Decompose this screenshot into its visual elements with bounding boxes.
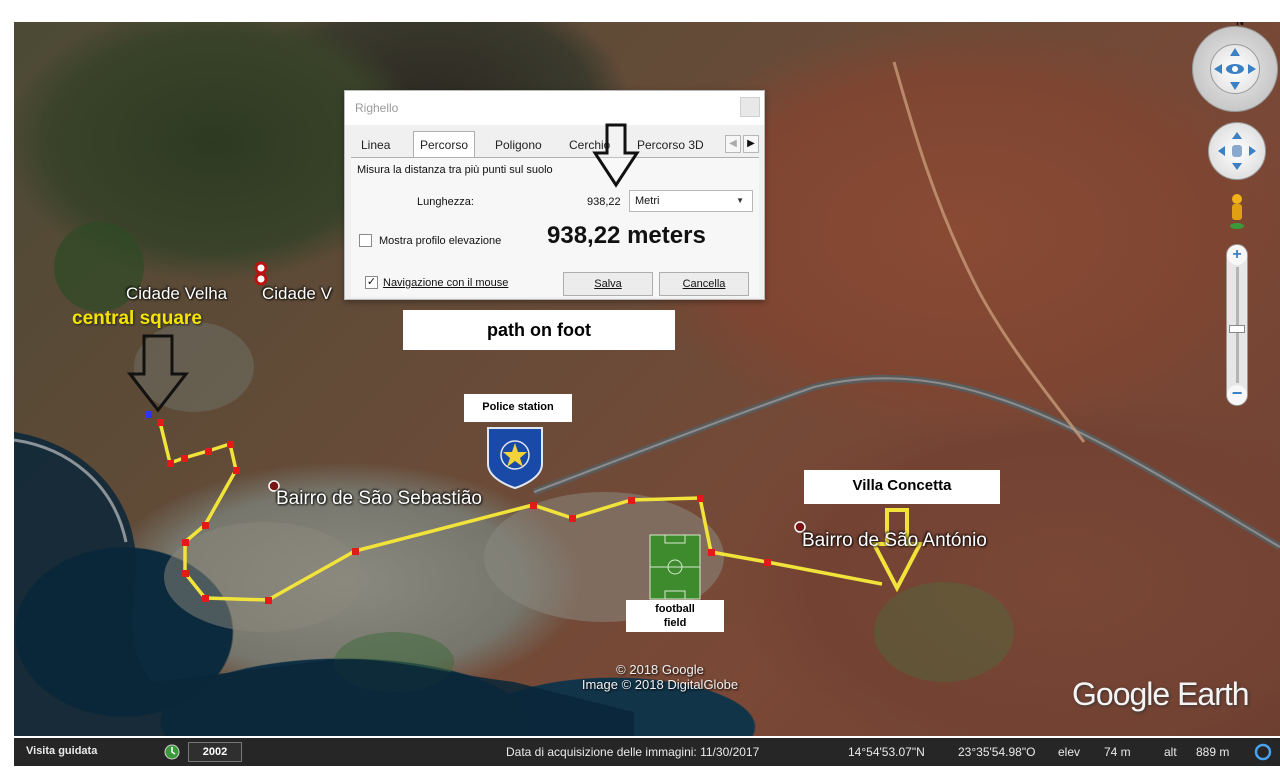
tab-scroll-left-button[interactable]: ◀ (725, 135, 741, 153)
longitude-readout: 23°35'54.98"O (958, 745, 1036, 759)
historical-imagery-clock-icon[interactable] (164, 744, 180, 760)
ruler-panel: Misura la distanza tra più punti sul suo… (351, 157, 759, 297)
label-cidade-velha: Cidade Velha (126, 284, 228, 303)
historical-year-box[interactable]: 2002 (188, 742, 242, 762)
length-label: Lunghezza: (417, 196, 474, 208)
compass-north-label: N (1236, 22, 1244, 28)
label-path-on-foot: path on foot (403, 310, 675, 350)
elevation-profile-checkbox[interactable] (359, 234, 372, 247)
police-badge-icon (487, 427, 543, 490)
unit-select[interactable]: Metri ▼ (629, 190, 753, 212)
street-view-pegman-icon[interactable] (1227, 192, 1247, 232)
label-football-field: football field (626, 600, 724, 632)
alt-label: alt (1164, 745, 1177, 759)
move-control[interactable] (1208, 122, 1266, 180)
unit-select-value: Metri (635, 195, 660, 207)
zoom-thumb[interactable] (1229, 325, 1245, 333)
place-pin-cidade-velha[interactable] (254, 261, 268, 275)
mouse-navigation-label: Navigazione con il mouse (383, 277, 509, 289)
villa-concetta-text: Villa Concetta (852, 477, 952, 494)
length-value: 938,22 (587, 196, 621, 208)
ruler-tabs: Linea Percorso Poligono Cerchio Percorso… (351, 131, 759, 158)
ocean (14, 432, 634, 736)
zoom-out-button[interactable]: − (1227, 384, 1247, 405)
cancel-button[interactable]: Cancella (659, 272, 749, 296)
latitude-readout: 14°54'53.07"N (848, 745, 925, 759)
label-central-square: central square (72, 308, 202, 329)
football-field (649, 534, 701, 600)
ruler-dialog: Righello Linea Percorso Poligono Cerchio… (344, 90, 765, 300)
google-earth-logo: Google Earth (1072, 676, 1250, 712)
label-villa-concetta: Villa Concetta (804, 470, 1000, 504)
elev-value: 74 m (1104, 745, 1131, 759)
label-police-station: Police station (464, 394, 572, 422)
guided-tour-button[interactable]: Visita guidata (26, 745, 97, 757)
elevation-profile-label: Mostra profilo elevazione (379, 235, 502, 247)
save-button[interactable]: Salva (563, 272, 653, 296)
alt-value: 889 m (1196, 745, 1230, 759)
label-cidade-v: Cidade V (262, 284, 332, 303)
tab-linea[interactable]: Linea (355, 133, 396, 157)
meters-annotation: 938,22 meters (547, 222, 706, 249)
label-sao-antonio: Bairro de São António (802, 530, 987, 551)
place-pin-cidade-velha-2[interactable] (254, 272, 268, 286)
zoom-slider[interactable]: + − (1226, 244, 1248, 406)
imagery-copyright: © 2018 Google Image © 2018 DigitalGlobe (560, 662, 760, 692)
dirt-track (892, 61, 1086, 443)
chevron-down-icon: ▼ (736, 196, 744, 205)
copyright-line2: Image © 2018 DigitalGlobe (581, 677, 739, 692)
dialog-titlebar[interactable]: Righello (345, 91, 764, 125)
tab-percorso[interactable]: Percorso (413, 131, 476, 158)
zoom-in-button[interactable]: + (1227, 245, 1247, 265)
acquisition-date: Data di acquisizione delle immagini: 11/… (506, 745, 760, 759)
streaming-status-icon (1254, 743, 1272, 761)
football-label-line2: field (663, 617, 687, 629)
tab-poligono[interactable]: Poligono (489, 133, 548, 157)
football-label-line1: football (655, 603, 695, 615)
dialog-title: Righello (355, 101, 399, 115)
label-sao-sebastiao: Bairro de São Sebastião (276, 488, 482, 509)
hand-pan-icon (1218, 132, 1256, 170)
central-square-arrow (126, 334, 190, 413)
eye-icon (1214, 48, 1256, 90)
copyright-line1: © 2018 Google (616, 662, 704, 677)
tab-scroll-right-button[interactable]: ▶ (743, 135, 759, 153)
status-bar: Visita guidata 2002 Data di acquisizione… (14, 738, 1280, 766)
compass-control[interactable] (1192, 26, 1278, 112)
elev-label: elev (1058, 745, 1081, 759)
close-button[interactable] (740, 97, 760, 117)
start-marker (146, 411, 152, 418)
measure-description: Misura la distanza tra più punti sul suo… (357, 164, 553, 176)
mouse-navigation-checkbox[interactable]: ✓ (365, 276, 378, 289)
tab-percorso-3d[interactable]: Percorso 3D (631, 133, 710, 157)
google-earth-window: Cidade Velha Cidade V central square Bai… (0, 0, 1280, 774)
distance-arrow (592, 123, 640, 188)
